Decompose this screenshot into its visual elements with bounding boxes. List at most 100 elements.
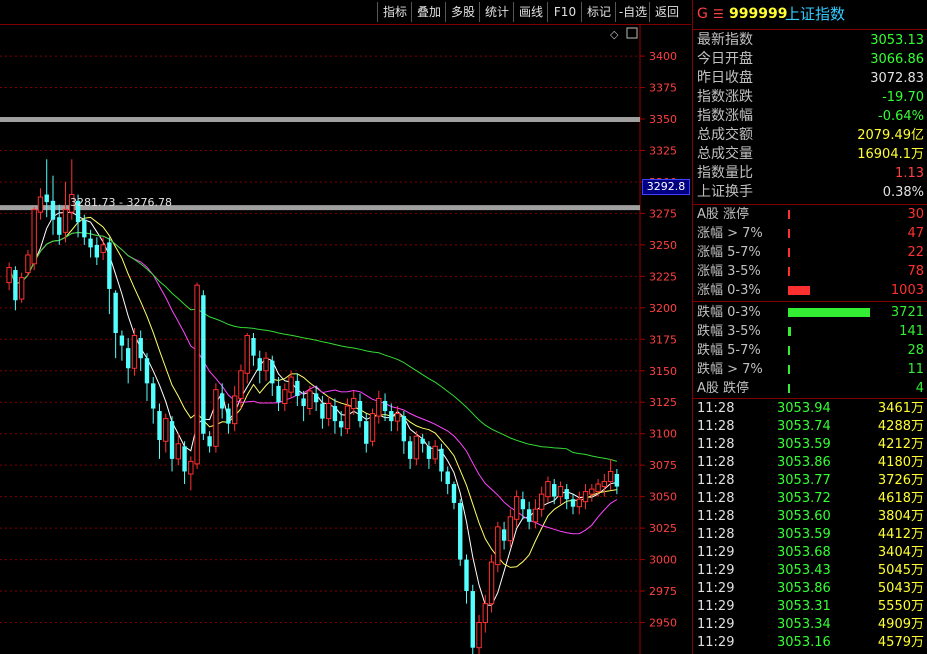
distribution-bar <box>788 384 790 393</box>
distribution-bar <box>788 229 790 238</box>
distribution-bar <box>788 286 810 295</box>
distribution-bar <box>788 248 790 257</box>
tick-price: 3053.77 <box>777 473 831 488</box>
tick-price: 3053.74 <box>777 419 831 434</box>
candle-body <box>532 508 539 523</box>
y-tick-label: 3100 <box>649 428 677 441</box>
candle-body <box>607 470 614 483</box>
candle-body <box>113 292 118 334</box>
quote-panel: G ☰ 999999 上证指数 最新指数 3053.13 今日开盘 3066.86 昨日… <box>692 0 927 654</box>
candle-body <box>50 200 56 220</box>
candle-body <box>282 389 288 404</box>
candle-body <box>482 603 488 624</box>
candle-body <box>332 406 338 422</box>
candle-body <box>182 446 187 472</box>
tick-volume: 5550万 <box>877 599 924 614</box>
menu-icon[interactable]: ☰ <box>713 0 724 28</box>
tick-price: 3053.31 <box>777 599 831 614</box>
y-tick-label: 3025 <box>649 522 677 535</box>
tick-time: 11:29 <box>697 563 735 578</box>
tick-price: 3053.94 <box>777 401 831 416</box>
candle-body <box>451 484 457 503</box>
distribution-row: 跌幅 3-5% 141 <box>693 322 927 341</box>
candle-body <box>213 389 219 447</box>
diamond-icon[interactable]: ◇ <box>610 28 619 41</box>
tick-time: 11:29 <box>697 581 735 596</box>
candle-body <box>231 395 238 425</box>
candle-body <box>37 196 44 213</box>
candle-body <box>62 209 69 233</box>
toolbar-button-3[interactable]: 统计 <box>479 2 514 22</box>
candle-body <box>244 335 250 374</box>
toolbar-button-2[interactable]: 多股 <box>445 2 480 22</box>
tick-row: 11:28 3053.86 4180万 <box>693 454 927 472</box>
stat-value: 1.13 <box>895 166 924 181</box>
tick-price: 3053.34 <box>777 617 831 632</box>
candle-body <box>194 284 200 465</box>
y-tick-label: 3175 <box>649 333 677 346</box>
candle-body <box>163 418 169 442</box>
toolbar-button-1[interactable]: 叠加 <box>411 2 446 22</box>
y-tick-label: 3050 <box>649 491 677 504</box>
candle-body <box>464 559 469 592</box>
stat-label: 最新指数 <box>697 32 753 48</box>
y-tick-label: 3125 <box>649 396 677 409</box>
tick-row: 11:29 3053.31 5550万 <box>693 598 927 616</box>
y-tick-label: 3325 <box>649 144 677 157</box>
candle-body <box>226 408 231 424</box>
y-tick-label: 2975 <box>649 585 677 598</box>
stat-row: 总成交额 2079.49亿 <box>693 126 927 145</box>
candle-body <box>325 402 332 420</box>
tick-volume: 5043万 <box>877 581 924 596</box>
candle-body <box>376 397 382 417</box>
distribution-value: 4 <box>915 381 924 396</box>
toolbar-button-7[interactable]: -自选 <box>615 2 650 22</box>
candle-body <box>538 493 545 510</box>
tick-row: 11:29 3053.68 3404万 <box>693 544 927 562</box>
tick-volume: 3404万 <box>877 545 924 560</box>
toolbar-button-8[interactable]: 返回 <box>649 2 684 22</box>
distribution-bar <box>788 346 790 355</box>
distribution-label: 涨幅 > 7% <box>697 226 763 241</box>
distribution-row: 跌幅 0-3% 3721 <box>693 303 927 322</box>
toolbar-button-4[interactable]: 画线 <box>513 2 548 22</box>
toolbar-button-5[interactable]: F10 <box>547 2 582 22</box>
toolbar-button-0[interactable]: 指标 <box>377 2 412 22</box>
distribution-row: 涨幅 0-3% 1003 <box>693 281 927 300</box>
stat-value: 3066.86 <box>870 52 924 67</box>
tick-time: 11:28 <box>697 437 735 452</box>
candle-body <box>339 421 344 428</box>
candle-body <box>357 400 363 422</box>
kline-chart[interactable]: 2950 2975 3000 3025 3050 3075 3100 3125 3150 3175… <box>0 24 692 654</box>
candle-body <box>201 295 206 434</box>
tick-row: 11:28 3053.60 3804万 <box>693 508 927 526</box>
candle-body <box>238 370 244 399</box>
distribution-label: A股 跌停 <box>697 381 750 396</box>
candle-body <box>389 411 394 422</box>
y-tick-label: 3250 <box>649 239 677 252</box>
toolbar: 指标 叠加 多股 统计 画线 F10 标记 -自选 返回 <box>0 0 691 25</box>
distribution-label: 涨幅 5-7% <box>697 245 761 260</box>
window-icon[interactable] <box>626 27 638 39</box>
stat-value: 3072.83 <box>870 71 924 86</box>
distribution-row: 跌幅 > 7% 11 <box>693 360 927 379</box>
toolbar-button-6[interactable]: 标记 <box>581 2 616 22</box>
candle-body <box>18 277 25 300</box>
candle-body <box>344 405 351 430</box>
candle-body <box>251 338 256 356</box>
y-tick-label: 3200 <box>649 302 677 315</box>
stat-row: 指数涨跌 -19.70 <box>693 88 927 107</box>
tick-price: 3053.86 <box>777 581 831 596</box>
stat-row: 指数涨幅 -0.64% <box>693 107 927 126</box>
distribution-label: 跌幅 3-5% <box>697 324 761 339</box>
stat-label: 指数量比 <box>697 165 753 181</box>
candle-body <box>520 499 526 510</box>
candle-body <box>270 360 275 384</box>
tick-time: 11:28 <box>697 419 735 434</box>
stat-value: -0.64% <box>878 109 924 124</box>
tick-time: 11:28 <box>697 401 735 416</box>
candle-body <box>488 561 495 605</box>
tick-time: 11:28 <box>697 509 735 524</box>
candle-body <box>369 413 376 442</box>
candle-body <box>595 483 601 493</box>
